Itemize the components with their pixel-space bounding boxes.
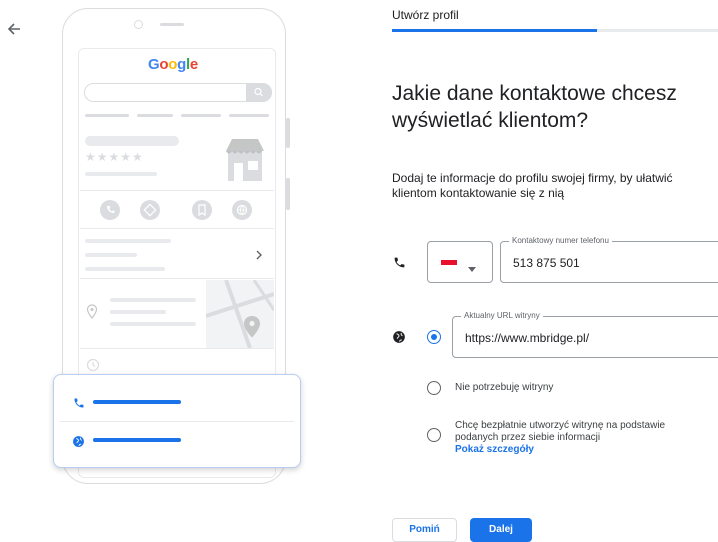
placeholder-line [85,172,157,176]
next-button[interactable]: Dalej [470,518,532,542]
chevron-right-icon [254,248,264,266]
tab-line [181,114,221,117]
globe-row-icon [392,330,406,349]
country-select[interactable] [427,241,493,283]
poland-flag-top [441,255,457,260]
description-line: Dodaj te informacje do profilu swojej fi… [392,171,673,185]
website-circle-icon [232,200,252,220]
phone-field-label: Kontaktowy numer telefonu [509,236,612,245]
placeholder-line [85,239,171,243]
directions-circle-icon [140,200,160,220]
radio-no-website[interactable] [427,381,441,395]
page-title: Jakie dane kontaktowe chcesz wyświetlać … [392,82,677,132]
chevron-down-icon [468,260,476,278]
phone-camera [134,20,143,29]
description-line: klientom kontaktowanie się z nią [392,186,565,200]
phone-row-icon [393,256,406,274]
back-arrow-icon[interactable] [4,18,26,40]
website-field-label: Aktualny URL witryny [461,311,543,320]
placeholder-line [85,267,165,271]
placeholder-line [85,253,137,257]
tab-line [229,114,269,117]
radio-create-website[interactable] [427,428,441,442]
search-icon [246,83,272,102]
placeholder-line [110,322,196,326]
google-logo-letter: e [189,56,198,73]
skip-button[interactable]: Pomiń [392,518,457,542]
google-logo: Google [148,56,198,73]
page-description: Dodaj te informacje do profilu swojej fi… [392,171,718,201]
option-no-website-label: Nie potrzebuję witryny [455,382,554,393]
progress-bar [392,29,598,32]
google-logo-letter: o [159,56,169,73]
website-line-placeholder [93,438,181,442]
location-pin-icon [86,304,98,325]
option-create-label: podanych przez siebie informacji [455,432,601,443]
phone-side-button [286,118,290,148]
phone-speaker [160,23,184,26]
rating-stars: ★★★★★ [85,150,144,164]
save-circle-icon [192,200,212,220]
step-label: Utwórz profil [392,8,459,22]
store-icon [222,137,268,181]
google-logo-letter: g [177,56,186,73]
globe-icon [72,435,85,453]
website-field-value: https://www.mbridge.pl/ [465,331,590,345]
phone-icon [73,396,85,414]
website-url-field[interactable]: Aktualny URL witryny https://www.mbridge… [452,311,718,358]
option-create-label: Chcę bezpłatnie utworzyć witrynę na pods… [455,420,666,431]
phone-line-placeholder [93,400,181,404]
placeholder-line [110,298,196,302]
tab-line [137,114,173,117]
call-circle-icon [100,200,120,220]
placeholder-line [110,310,166,314]
google-logo-letter: G [148,56,160,73]
divider [80,278,274,279]
phone-field-value: 513 875 501 [513,256,580,270]
phone-side-button [286,178,290,210]
divider [80,190,274,191]
show-details-link[interactable]: Pokaż szczegóły [455,444,665,455]
divider [60,421,294,422]
placeholder-line [85,136,179,146]
radio-current-website[interactable] [427,330,441,344]
option-create-website: Chcę bezpłatnie utworzyć witrynę na pods… [455,420,665,455]
divider [80,228,274,229]
search-bar [84,83,272,102]
tab-line [85,114,129,117]
divider [80,348,274,349]
poland-flag-icon [441,260,457,265]
google-logo-letter: o [168,56,178,73]
map-thumbnail [206,280,274,348]
phone-number-field[interactable]: Kontaktowy numer telefonu 513 875 501 [500,236,718,283]
